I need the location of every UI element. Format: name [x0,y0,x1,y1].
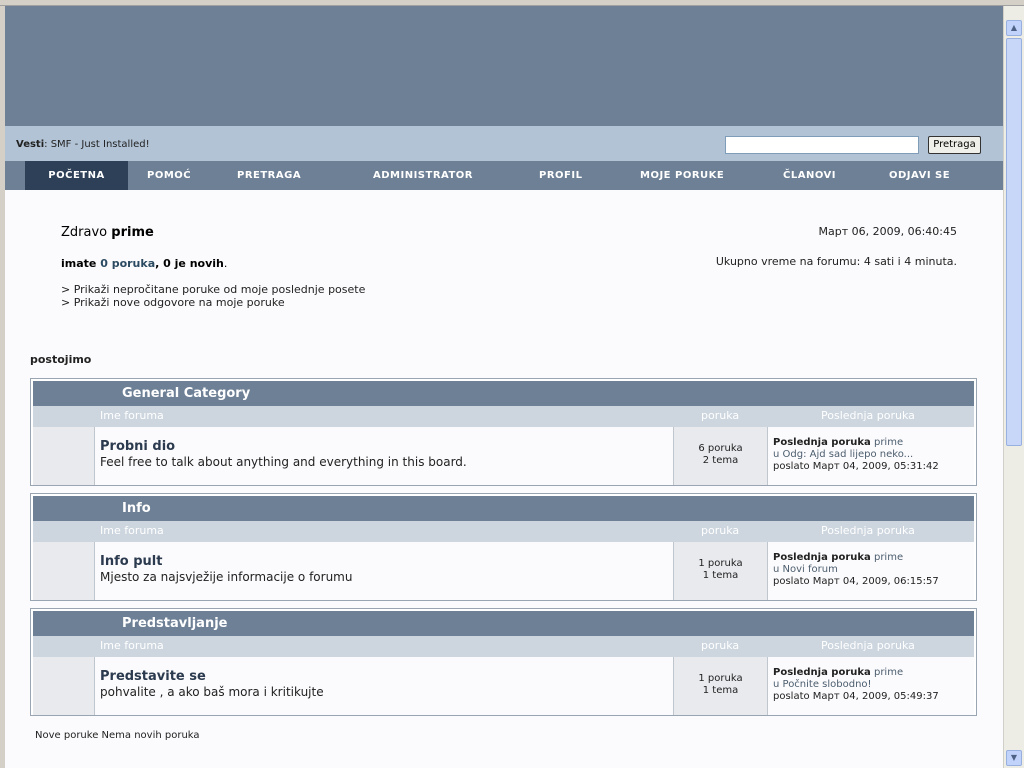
last-post-topic[interactable]: u Odg: Ajd sad lijepo neko... [773,449,913,460]
forum-post-count: 6 poruka [698,443,743,454]
news-content: SMF - Just Installed! [50,139,150,150]
current-date: Март 06, 2009, 06:40:45 [818,225,958,238]
forum-last-post: Poslednja poruka prime u Počnite slobodn… [768,657,974,715]
forum-info: Info pult Mjesto za najsvježije informac… [95,542,673,600]
category-title[interactable]: General Category [122,386,250,401]
menu-item-admin[interactable]: ADMINISTRATOR [373,161,473,190]
post-status-legend: Nove poruke Nema novih poruka [35,730,200,741]
news-bar: Vesti: SMF - Just Installed! Pretraga [5,126,1003,161]
messages-link[interactable]: 0 poruka [100,257,155,270]
search-input[interactable] [725,136,919,154]
forum-post-count: 1 poruka [698,558,743,569]
last-post-user[interactable]: prime [874,667,903,678]
category-introductions: Predstavljanje Ime foruma poruka Posledn… [30,608,977,716]
total-time-online: Ukupno vreme na forumu: 4 sati i 4 minut… [715,255,957,268]
menu-item-members[interactable]: ČLANOVI [783,161,836,190]
forum-page: Vesti: SMF - Just Installed! Pretraga PO… [5,6,1003,768]
column-posts: poruka [701,524,740,537]
column-forum-name: Ime foruma [100,639,164,652]
news-label: Vesti [16,139,45,150]
category-title[interactable]: Predstavljanje [122,616,227,631]
last-post-label: Poslednja poruka [773,437,871,448]
unread-posts-link[interactable]: > Prikaži nepročitane poruke od moje pos… [61,283,365,296]
forum-name-link[interactable]: Info pult [100,554,162,569]
last-post-date: poslato Март 04, 2009, 05:49:37 [773,691,939,702]
forum-name-link[interactable]: Predstavite se [100,669,206,684]
menu-item-my-messages[interactable]: MOJE PORUKE [640,161,724,190]
forum-title: postojimo [30,353,92,366]
column-last-post: Poslednja poruka [821,409,915,422]
column-header-row: Ime foruma poruka Poslednja poruka [33,636,974,657]
column-posts: poruka [701,639,740,652]
forum-last-post: Poslednja poruka prime u Odg: Ajd sad li… [768,427,974,485]
new-replies-link[interactable]: > Prikaži nove odgovore na moje poruke [61,296,285,309]
column-header-row: Ime foruma poruka Poslednja poruka [33,521,974,542]
vertical-scrollbar[interactable]: ▲ ▼ [1003,6,1024,768]
last-post-topic[interactable]: u Novi forum [773,564,838,575]
greeting-text: Zdravo [61,225,108,240]
messages-suffix: , 0 je novih [155,257,224,270]
scroll-down-arrow-icon[interactable]: ▼ [1006,750,1022,766]
forum-post-count: 1 poruka [698,673,743,684]
column-forum-name: Ime foruma [100,524,164,537]
menu-item-help[interactable]: POMOĆ [147,161,191,190]
category-header: Info [33,496,974,521]
column-last-post: Poslednja poruka [821,524,915,537]
forum-status-icon [33,427,95,485]
forum-topic-count: 2 tema [702,455,739,466]
category-header: General Category [33,381,974,406]
forum-name-link[interactable]: Probni dio [100,439,175,454]
column-posts: poruka [701,409,740,422]
category-title[interactable]: Info [122,501,151,516]
category-info: Info Ime foruma poruka Poslednja poruka … [30,493,977,601]
menu-item-profile[interactable]: PROFIL [539,161,582,190]
last-post-user[interactable]: prime [874,437,903,448]
search-button[interactable]: Pretraga [928,136,981,154]
last-post-date: poslato Март 04, 2009, 05:31:42 [773,461,939,472]
forum-topic-count: 1 tema [702,570,739,581]
forum-status-icon [33,657,95,715]
scrollbar-thumb[interactable] [1006,38,1022,446]
forum-stats: 6 poruka 2 tema [673,427,768,485]
forum-stats: 1 poruka 1 tema [673,657,768,715]
forum-description: pohvalite , a ako baš mora i kritikujte [100,685,324,699]
last-post-user[interactable]: prime [874,552,903,563]
last-post-label: Poslednja poruka [773,552,871,563]
column-last-post: Poslednja poruka [821,639,915,652]
main-menu: POČETNA POMOĆ PRETRAGA ADMINISTRATOR PRO… [5,161,1003,190]
forum-topic-count: 1 tema [702,685,739,696]
forum-row: Probni dio Feel free to talk about anyth… [33,427,974,485]
username[interactable]: prime [111,225,154,240]
menu-item-home[interactable]: POČETNA [25,161,128,190]
messages-summary: imate 0 poruka, 0 je novih. [61,257,227,270]
last-post-topic[interactable]: u Počnite slobodno! [773,679,872,690]
forum-status-icon [33,542,95,600]
category-header: Predstavljanje [33,611,974,636]
messages-end: . [223,257,228,270]
last-post-label: Poslednja poruka [773,667,871,678]
scroll-up-arrow-icon[interactable]: ▲ [1006,20,1022,36]
forum-last-post: Poslednja poruka prime u Novi forum posl… [768,542,974,600]
category-general: General Category Ime foruma poruka Posle… [30,378,977,486]
column-forum-name: Ime foruma [100,409,164,422]
forum-description: Mjesto za najsvježije informacije o foru… [100,570,353,584]
forum-info: Predstavite se pohvalite , a ako baš mor… [95,657,673,715]
menu-item-logout[interactable]: ODJAVI SE [889,161,950,190]
forum-row: Predstavite se pohvalite , a ako baš mor… [33,657,974,715]
forum-row: Info pult Mjesto za najsvježije informac… [33,542,974,600]
user-greeting: Zdravo prime [61,225,154,240]
messages-prefix: imate [61,257,97,270]
column-header-row: Ime foruma poruka Poslednja poruka [33,406,974,427]
forum-stats: 1 poruka 1 tema [673,542,768,600]
header-banner [5,6,1003,126]
forum-info: Probni dio Feel free to talk about anyth… [95,427,673,485]
menu-item-search[interactable]: PRETRAGA [237,161,301,190]
news-text: Vesti: SMF - Just Installed! [16,139,150,150]
forum-description: Feel free to talk about anything and eve… [100,455,467,469]
last-post-date: poslato Март 04, 2009, 06:15:57 [773,576,939,587]
